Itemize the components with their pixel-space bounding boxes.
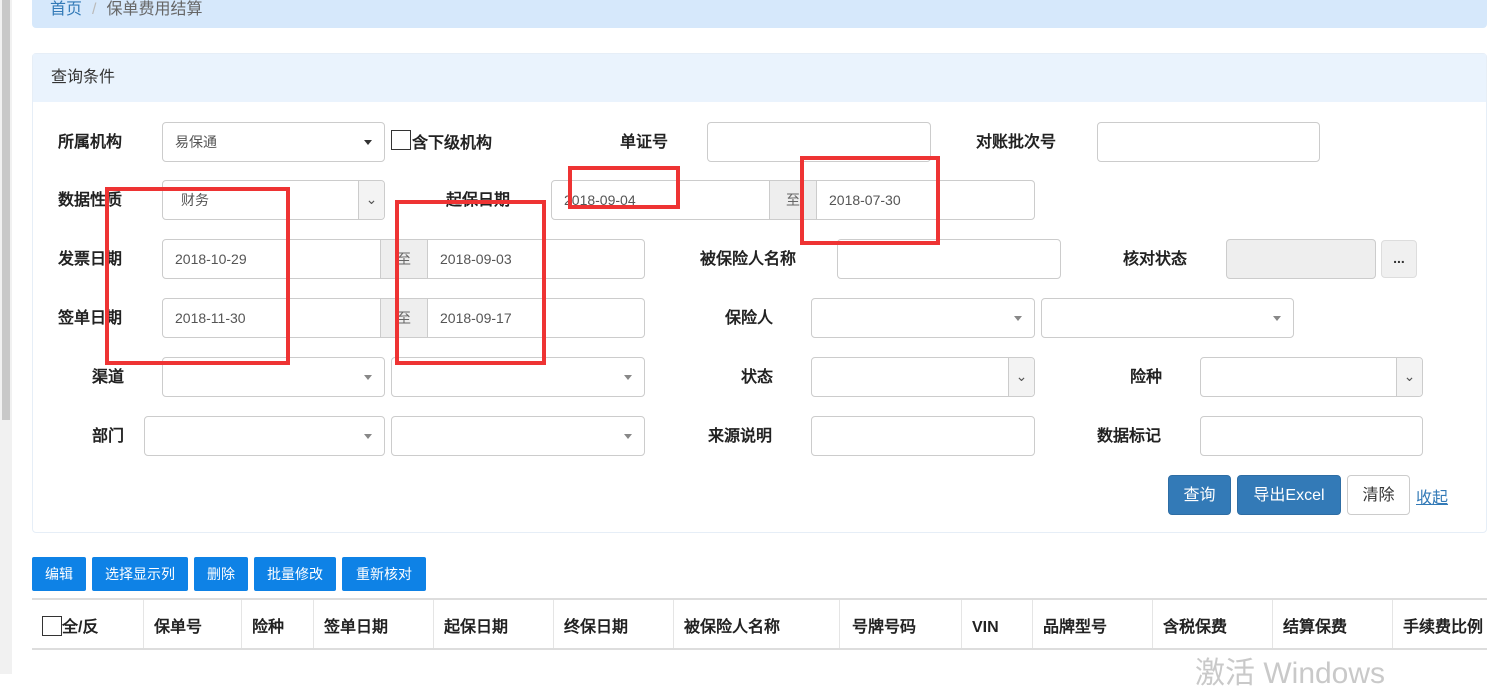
annotation-box (395, 200, 546, 365)
th-end-date[interactable]: 终保日期 (554, 600, 674, 648)
check-status-label: 核对状态 (1123, 251, 1188, 268)
edit-button[interactable]: 编辑 (32, 557, 86, 591)
data-mark-label: 数据标记 (1097, 428, 1162, 445)
th-policy-no[interactable]: 保单号 (144, 600, 242, 648)
insurer-select-1[interactable] (811, 298, 1035, 338)
data-mark-input[interactable] (1200, 416, 1423, 456)
status-label: 状态 (741, 369, 774, 386)
breadcrumb-home[interactable]: 首页 (50, 1, 82, 18)
breadcrumb-separator: / (92, 1, 97, 18)
insurer-select-2[interactable] (1041, 298, 1294, 338)
chevron-down-icon[interactable]: ⌄ (1008, 358, 1034, 396)
risk-type-select[interactable]: ⌄ (1200, 357, 1423, 397)
status-select[interactable]: ⌄ (811, 357, 1035, 397)
source-desc-label: 来源说明 (708, 428, 773, 445)
recheck-button[interactable]: 重新核对 (342, 557, 426, 591)
th-vin[interactable]: VIN (962, 600, 1033, 648)
th-settle-premium[interactable]: 结算保费 (1273, 600, 1393, 648)
cert-no-label: 单证号 (620, 134, 669, 151)
collapse-link[interactable]: 收起 (1416, 484, 1448, 508)
dept-select-1[interactable] (144, 416, 385, 456)
chevron-down-icon[interactable]: ⌄ (358, 181, 384, 219)
batch-no-input[interactable] (1097, 122, 1320, 162)
scrollbar-thumb[interactable] (2, 0, 10, 420)
table-header: 全/反 保单号 险种 签单日期 起保日期 终保日期 被保险人名称 号牌号码 VI… (32, 598, 1487, 650)
check-status-input[interactable] (1226, 239, 1376, 279)
th-risk-type[interactable]: 险种 (242, 600, 314, 648)
th-start-date[interactable]: 起保日期 (434, 600, 554, 648)
annotation-box (105, 187, 290, 365)
choose-columns-button[interactable]: 选择显示列 (92, 557, 188, 591)
org-label: 所属机构 (58, 134, 123, 151)
annotation-box (568, 166, 680, 209)
batch-edit-button[interactable]: 批量修改 (254, 557, 336, 591)
org-select[interactable]: 易保通 (162, 122, 385, 162)
panel-title: 查询条件 (33, 54, 1486, 102)
th-plate-no[interactable]: 号牌号码 (840, 600, 962, 648)
query-button[interactable]: 查询 (1168, 475, 1231, 515)
th-select-all-label: 全/反 (62, 619, 99, 636)
clear-button[interactable]: 清除 (1347, 475, 1410, 515)
risk-type-label: 险种 (1130, 369, 1163, 386)
breadcrumb: 首页 / 保单费用结算 (32, 0, 1487, 28)
th-sign-date[interactable]: 签单日期 (314, 600, 434, 648)
chevron-down-icon[interactable]: ⌄ (1396, 358, 1422, 396)
batch-no-label: 对账批次号 (976, 134, 1057, 151)
left-scrollbar[interactable] (0, 0, 12, 674)
delete-button[interactable]: 删除 (194, 557, 248, 591)
insured-name-label: 被保险人名称 (700, 251, 797, 268)
th-brand-model[interactable]: 品牌型号 (1033, 600, 1153, 648)
insurer-label: 保险人 (725, 310, 774, 327)
th-tax-premium[interactable]: 含税保费 (1153, 600, 1273, 648)
dept-select-2[interactable] (391, 416, 645, 456)
th-fee-ratio[interactable]: 手续费比例 (1393, 600, 1487, 648)
source-desc-input[interactable] (811, 416, 1035, 456)
breadcrumb-current: 保单费用结算 (106, 1, 203, 18)
insured-name-input[interactable] (837, 239, 1061, 279)
include-sub-checkbox[interactable] (391, 130, 411, 150)
dept-label: 部门 (92, 428, 125, 445)
windows-activation-watermark: 激活 Windows (1195, 657, 1386, 690)
include-sub-label: 含下级机构 (412, 135, 493, 152)
org-select-value: 易保通 (175, 134, 217, 150)
annotation-box (800, 156, 940, 245)
check-status-more-button[interactable]: ... (1381, 240, 1417, 278)
th-insured-name[interactable]: 被保险人名称 (674, 600, 840, 648)
select-all-checkbox[interactable] (42, 616, 62, 636)
th-select-all[interactable]: 全/反 (32, 600, 144, 648)
export-excel-button[interactable]: 导出Excel (1237, 475, 1341, 515)
